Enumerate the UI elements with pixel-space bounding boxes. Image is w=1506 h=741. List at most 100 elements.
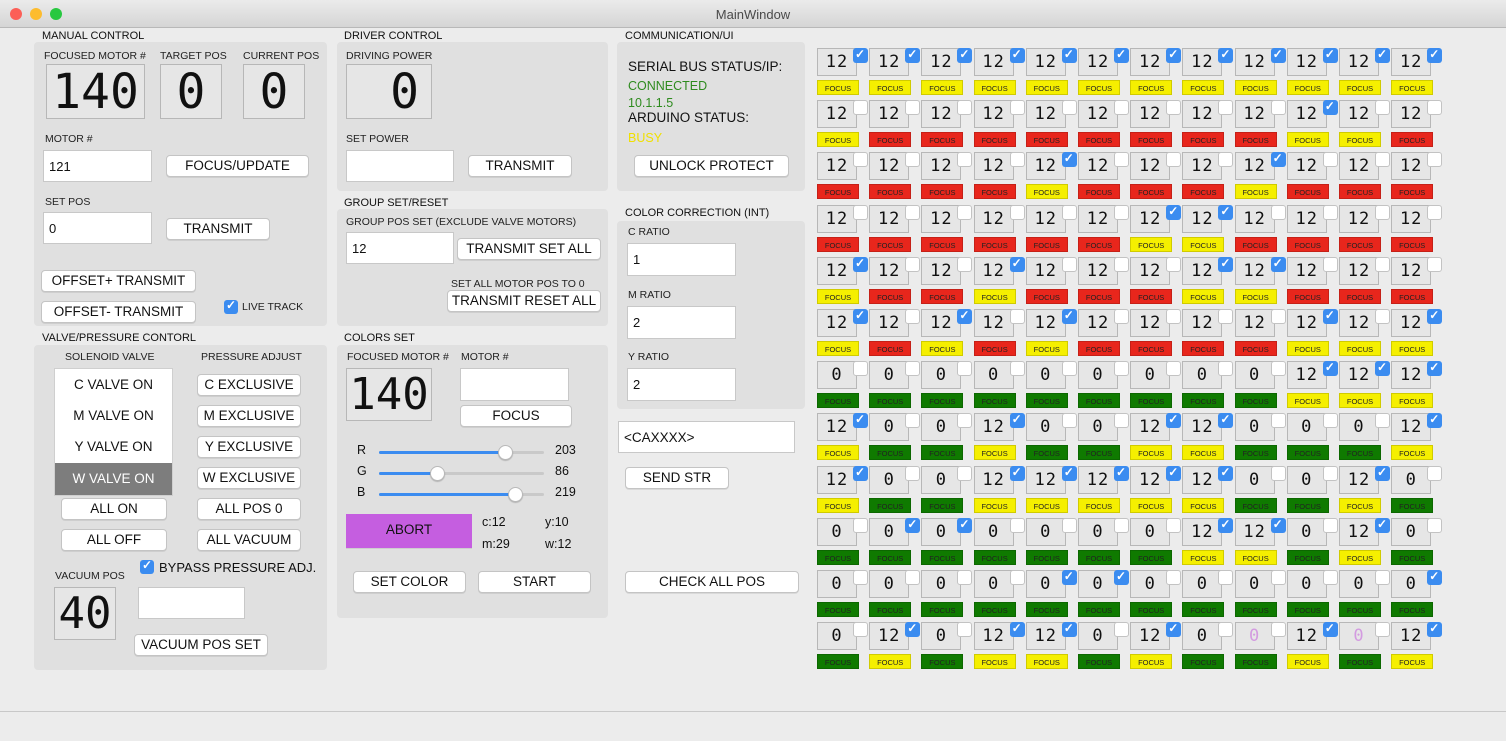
motor-select-checkbox[interactable] (1322, 47, 1338, 63)
motor-select-checkbox[interactable] (1061, 151, 1077, 168)
motor-select-checkbox[interactable] (1427, 517, 1443, 533)
motor-select-checkbox[interactable] (1166, 517, 1182, 533)
motor-focus-button[interactable]: FOCUS (1339, 288, 1381, 304)
motor-select-checkbox[interactable] (1375, 413, 1390, 429)
motor-focus-button[interactable]: FOCUS (973, 445, 1016, 461)
motor-focus-button[interactable]: FOCUS (1339, 445, 1381, 461)
motor-select-checkbox[interactable] (957, 413, 973, 429)
motor-focus-button[interactable]: FOCUS (1339, 549, 1381, 565)
motor-select-checkbox[interactable] (1009, 465, 1025, 481)
motor-select-checkbox[interactable] (1427, 256, 1443, 272)
motor-focus-button[interactable]: FOCUS (1025, 132, 1068, 148)
motor-focus-button[interactable]: FOCUS (869, 132, 912, 148)
y-exclusive-button[interactable]: Y EXCLUSIVE (197, 436, 301, 458)
motor-select-checkbox[interactable] (1114, 465, 1129, 481)
motor-select-checkbox[interactable] (1061, 308, 1077, 324)
motor-select-checkbox[interactable] (1009, 47, 1025, 63)
motor-select-checkbox[interactable] (905, 413, 921, 429)
motor-select-checkbox[interactable] (1166, 100, 1182, 116)
motor-focus-button[interactable]: FOCUS (1391, 445, 1434, 461)
transmit-set-all-button[interactable]: TRANSMIT SET ALL (457, 238, 601, 260)
motor-focus-button[interactable]: FOCUS (1339, 654, 1381, 670)
all-pos-0-button[interactable]: ALL POS 0 (197, 498, 301, 520)
set-color-button[interactable]: SET COLOR (353, 571, 466, 593)
motor-select-checkbox[interactable] (1114, 152, 1129, 168)
motor-focus-button[interactable]: FOCUS (1286, 602, 1329, 617)
motor-select-checkbox[interactable] (957, 152, 973, 168)
motor-select-checkbox[interactable] (1427, 47, 1443, 63)
motor-focus-button[interactable]: FOCUS (817, 132, 859, 148)
motor-focus-button[interactable]: FOCUS (1078, 393, 1120, 409)
motor-select-checkbox[interactable] (1166, 309, 1182, 324)
offset-minus-transmit-button[interactable]: OFFSET- TRANSMIT (41, 301, 196, 323)
motor-select-checkbox[interactable] (1166, 47, 1182, 63)
motor-select-checkbox[interactable] (1218, 412, 1234, 429)
motor-focus-button[interactable]: FOCUS (1130, 393, 1173, 409)
motor-select-checkbox[interactable] (853, 570, 868, 585)
motor-select-checkbox[interactable] (905, 361, 921, 377)
motor-focus-button[interactable]: FOCUS (1130, 341, 1173, 356)
motor-focus-button[interactable]: FOCUS (1234, 497, 1277, 513)
motor-select-checkbox[interactable] (1218, 361, 1234, 377)
motor-select-checkbox[interactable] (1322, 465, 1338, 481)
motor-select-checkbox[interactable] (1114, 47, 1129, 63)
motor-focus-button[interactable]: FOCUS (1234, 236, 1277, 252)
motor-focus-button[interactable]: FOCUS (817, 341, 859, 356)
send-string-button[interactable]: SEND STR (625, 467, 729, 489)
motor-focus-button[interactable]: FOCUS (869, 80, 912, 95)
motor-focus-button[interactable]: FOCUS (1182, 445, 1225, 461)
motor-select-checkbox[interactable] (1218, 570, 1234, 585)
motor-focus-button[interactable]: FOCUS (1078, 288, 1120, 304)
motor-focus-button[interactable]: FOCUS (1339, 497, 1381, 513)
b-slider-knob[interactable] (508, 487, 523, 502)
motor-focus-button[interactable]: FOCUS (817, 288, 859, 304)
motor-focus-button[interactable]: FOCUS (1182, 80, 1225, 95)
motor-focus-button[interactable]: FOCUS (1286, 184, 1329, 200)
motor-select-checkbox[interactable] (1375, 204, 1390, 220)
motor-select-checkbox[interactable] (1322, 621, 1338, 638)
motor-focus-button[interactable]: FOCUS (1286, 549, 1329, 565)
motor-select-checkbox[interactable] (853, 622, 868, 638)
motor-select-checkbox[interactable] (1166, 204, 1182, 220)
command-string-input[interactable]: <CAXXXX> (618, 421, 795, 453)
motor-focus-button[interactable]: FOCUS (973, 549, 1016, 565)
w-exclusive-button[interactable]: W EXCLUSIVE (197, 467, 301, 489)
motor-select-checkbox[interactable] (1375, 152, 1390, 168)
motor-focus-button[interactable]: FOCUS (1286, 288, 1329, 304)
m-exclusive-button[interactable]: M EXCLUSIVE (197, 405, 301, 427)
motor-select-checkbox[interactable] (957, 517, 973, 533)
motor-select-checkbox[interactable] (1061, 413, 1077, 429)
motor-focus-button[interactable]: FOCUS (1234, 393, 1277, 409)
motor-select-checkbox[interactable] (1009, 204, 1025, 220)
motor-select-checkbox[interactable] (1009, 361, 1025, 377)
motor-focus-button[interactable]: FOCUS (1182, 184, 1225, 200)
motor-focus-button[interactable]: FOCUS (1339, 132, 1381, 148)
motor-focus-button[interactable]: FOCUS (1234, 132, 1277, 148)
motor-select-checkbox[interactable] (1218, 622, 1234, 638)
motor-focus-button[interactable]: FOCUS (973, 602, 1016, 617)
motor-focus-button[interactable]: FOCUS (1078, 236, 1120, 252)
motor-focus-button[interactable]: FOCUS (1182, 132, 1225, 148)
unlock-protect-button[interactable]: UNLOCK PROTECT (634, 155, 789, 177)
motor-select-checkbox[interactable] (1218, 517, 1234, 533)
motor-focus-button[interactable]: FOCUS (1234, 80, 1277, 95)
motor-focus-button[interactable]: FOCUS (1130, 602, 1173, 617)
motor-focus-button[interactable]: FOCUS (921, 132, 964, 148)
motor-select-checkbox[interactable] (1114, 413, 1129, 429)
set-power-input[interactable] (346, 150, 454, 182)
motor-focus-button[interactable]: FOCUS (921, 393, 964, 409)
motor-focus-button[interactable]: FOCUS (1025, 393, 1068, 409)
motor-focus-button[interactable]: FOCUS (1025, 602, 1068, 617)
motor-select-checkbox[interactable] (1009, 570, 1025, 585)
motor-select-checkbox[interactable] (1427, 308, 1443, 324)
set-pos-input[interactable]: 0 (43, 212, 152, 244)
vacuum-pos-set-button[interactable]: VACUUM POS SET (134, 634, 268, 656)
motor-select-checkbox[interactable] (1322, 256, 1338, 272)
group-pos-input[interactable]: 12 (346, 232, 454, 264)
motor-focus-button[interactable]: FOCUS (973, 236, 1016, 252)
motor-select-checkbox[interactable] (1166, 152, 1182, 168)
motor-focus-button[interactable]: FOCUS (1339, 602, 1381, 617)
motor-select-checkbox[interactable] (1270, 204, 1286, 220)
motor-select-checkbox[interactable] (957, 100, 973, 116)
motor-select-checkbox[interactable] (1061, 256, 1077, 272)
